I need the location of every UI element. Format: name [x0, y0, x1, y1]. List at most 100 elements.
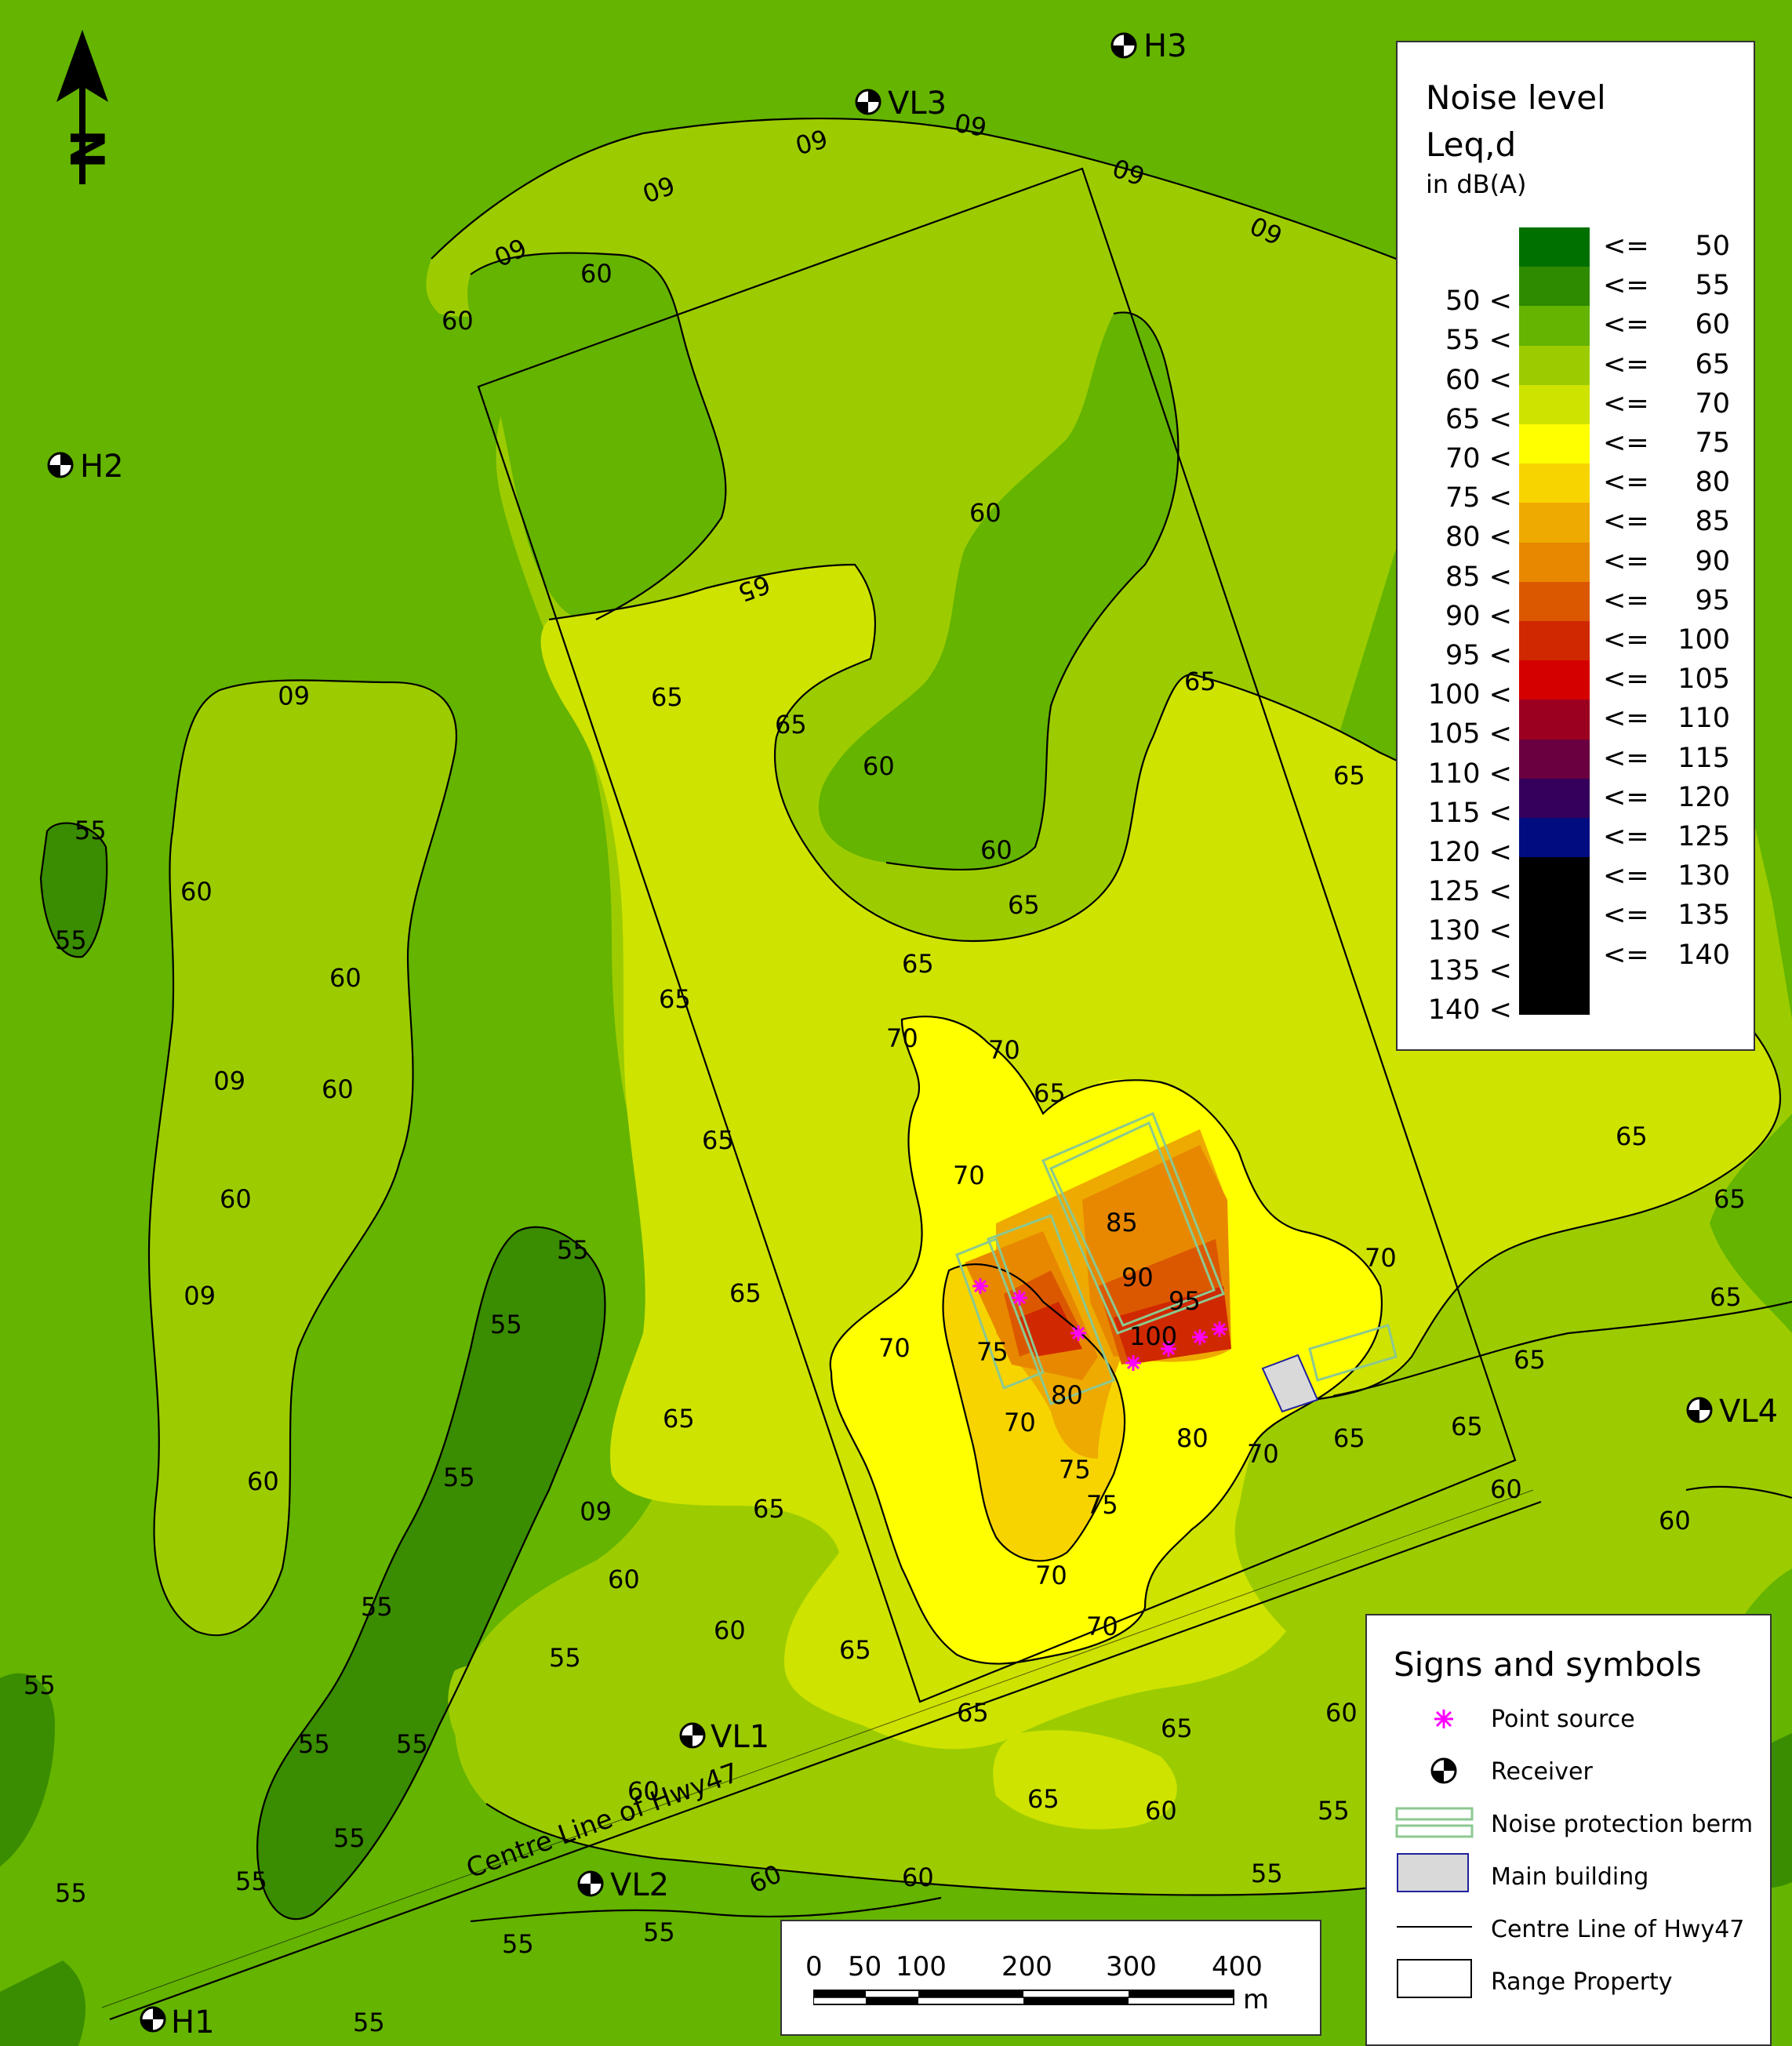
svg-text:95: 95: [1169, 1286, 1201, 1316]
legend-swatch: [1519, 227, 1590, 267]
scale-bar: 0 50 100 200 300 400 m: [780, 1920, 1321, 2036]
scale-tick-0: 0: [805, 1951, 823, 1982]
svg-text:70: 70: [953, 1161, 985, 1190]
receiver-icon: [1430, 1757, 1457, 1784]
legend-row-upper: 80: [1695, 467, 1730, 499]
legend-row-le: <=: [1603, 821, 1649, 852]
legend-swatch: [1519, 621, 1590, 661]
svg-text:60: 60: [1659, 1506, 1691, 1535]
legend-row-lower: 90 <: [1445, 600, 1512, 632]
svg-text:55: 55: [353, 2008, 385, 2037]
legend-row-le: <=: [1603, 309, 1649, 341]
svg-text:55: 55: [55, 925, 87, 955]
svg-text:70: 70: [1365, 1243, 1397, 1273]
svg-text:55: 55: [235, 1866, 267, 1896]
svg-text:55: 55: [1251, 1859, 1283, 1888]
svg-text:55: 55: [298, 1729, 330, 1759]
point-source-icon: [1434, 1710, 1453, 1728]
svg-text:60: 60: [902, 1862, 934, 1892]
legend-row-le: <=: [1603, 506, 1649, 538]
scale-bar-graphic: [813, 1990, 1234, 2005]
scale-tick-400: 400: [1212, 1951, 1263, 1982]
legend-row-le: <=: [1603, 231, 1649, 262]
legend-swatch: [1519, 542, 1590, 583]
svg-text:55: 55: [1318, 1796, 1350, 1826]
legend-row-upper: 60: [1695, 309, 1730, 341]
svg-text:60: 60: [608, 1564, 640, 1594]
svg-text:70: 70: [886, 1023, 918, 1053]
svg-text:65: 65: [1027, 1784, 1060, 1814]
legend-swatch: [1519, 267, 1590, 307]
svg-text:55: 55: [396, 1729, 428, 1759]
svg-text:65: 65: [902, 949, 934, 979]
legend-row-lower: 110 <: [1427, 758, 1512, 790]
legend-unit: in dB(A): [1426, 169, 1527, 199]
svg-text:55: 55: [490, 1310, 522, 1339]
receiver-label-vl1: VL1: [711, 1719, 769, 1755]
legend-row-upper: 120: [1678, 781, 1730, 813]
legend-row-le: <=: [1603, 939, 1649, 971]
svg-text:65: 65: [1616, 1121, 1648, 1151]
legend-row-upper: 130: [1678, 860, 1730, 892]
legend-swatch: [1519, 503, 1590, 543]
legend-swatch: [1519, 975, 1590, 1015]
svg-text:60: 60: [714, 1615, 746, 1645]
svg-text:60: 60: [1490, 1474, 1522, 1504]
svg-text:55: 55: [502, 1929, 534, 1959]
legend-row-upper: 105: [1678, 663, 1730, 696]
legend-row-upper: 70: [1695, 387, 1730, 420]
svg-text:65: 65: [839, 1635, 871, 1665]
legend-swatch: [1519, 424, 1590, 464]
signs-and-symbols-legend: Signs and symbols Point source Receiver …: [1365, 1614, 1772, 2046]
receiver-label-h2: H2: [80, 449, 124, 485]
legend-row-upper: 125: [1678, 821, 1730, 852]
legend-row-upper: 140: [1678, 939, 1730, 971]
legend-metric: Leq,d: [1426, 125, 1517, 164]
legend-row-le: <=: [1603, 545, 1649, 577]
svg-text:60: 60: [863, 751, 895, 781]
legend-row-lower: 135 <: [1427, 954, 1512, 987]
svg-text:60: 60: [180, 877, 213, 907]
legend-row-lower: 130 <: [1427, 915, 1512, 947]
legend-row-lower: 80 <: [1445, 521, 1512, 554]
receiver-label-vl2: VL2: [610, 1867, 669, 1903]
symbol-label-berm: Noise protection berm: [1491, 1811, 1754, 1838]
svg-text:65: 65: [1034, 1078, 1066, 1108]
road-line-icon: [1397, 1926, 1472, 1928]
svg-text:55: 55: [557, 1235, 589, 1265]
svg-text:60: 60: [969, 498, 1001, 528]
legend-row-upper: 90: [1695, 545, 1730, 577]
legend-row-le: <=: [1603, 427, 1649, 459]
legend-row-lower: 100 <: [1427, 679, 1512, 711]
legend-row-le: <=: [1603, 348, 1649, 380]
legend-swatch: [1519, 739, 1590, 780]
symbol-label-road: Centre Line of Hwy47: [1491, 1916, 1745, 1943]
noise-map-view: N H3 VL3 H2 VL4 VL1 VL2 H1 Centre Line o…: [0, 0, 1792, 2046]
legend-row-le: <=: [1603, 387, 1649, 420]
symbols-legend-title: Signs and symbols: [1394, 1645, 1702, 1684]
legend-swatch: [1519, 345, 1590, 386]
svg-text:65: 65: [1710, 1282, 1742, 1312]
legend-swatch: [1519, 700, 1590, 740]
svg-text:60: 60: [580, 259, 612, 289]
svg-text:65: 65: [729, 1278, 762, 1308]
legend-row-upper: 65: [1695, 348, 1730, 380]
scale-tick-200: 200: [1001, 1951, 1052, 1982]
svg-text:80: 80: [1051, 1380, 1083, 1410]
svg-text:75: 75: [1059, 1455, 1091, 1485]
svg-text:70: 70: [988, 1035, 1020, 1065]
symbol-label-building: Main building: [1491, 1863, 1649, 1891]
svg-text:60: 60: [1325, 1698, 1358, 1728]
legend-row-le: <=: [1603, 584, 1649, 616]
receiver-label-vl3: VL3: [888, 85, 947, 122]
legend-row-lower: 85 <: [1445, 561, 1512, 593]
legend-row-lower: 70 <: [1445, 443, 1512, 474]
legend-row-le: <=: [1603, 703, 1649, 735]
svg-text:60: 60: [329, 963, 362, 993]
svg-text:75: 75: [976, 1337, 1009, 1367]
legend-row-lower: 120 <: [1427, 837, 1512, 868]
svg-text:55: 55: [549, 1643, 581, 1673]
legend-row-lower: 60 <: [1445, 364, 1512, 396]
legend-row-le: <=: [1603, 624, 1649, 656]
svg-text:90: 90: [1121, 1263, 1154, 1292]
